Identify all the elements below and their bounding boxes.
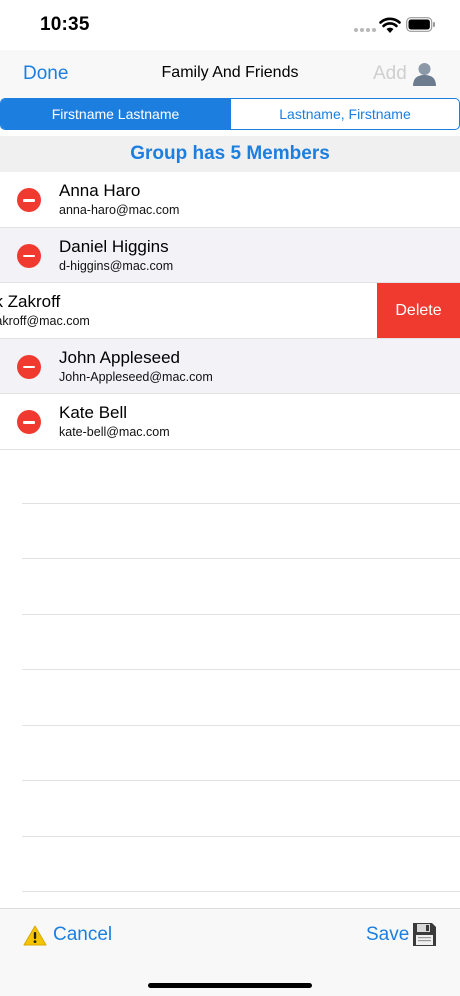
member-row[interactable]: Kate Bell kate-bell@mac.com bbox=[0, 394, 460, 450]
empty-row bbox=[22, 670, 460, 726]
bottom-toolbar: Cancel Save bbox=[0, 908, 460, 996]
member-row[interactable]: John Appleseed John-Appleseed@mac.com bbox=[0, 338, 460, 394]
member-row-swiped[interactable]: nk Zakroff -zakroff@mac.com Delete bbox=[0, 283, 460, 339]
floppy-disk-icon[interactable] bbox=[412, 922, 437, 947]
person-icon[interactable] bbox=[412, 61, 437, 86]
member-email: anna-haro@mac.com bbox=[59, 203, 180, 217]
member-name: Kate Bell bbox=[59, 403, 128, 422]
delete-minus-icon[interactable] bbox=[17, 188, 41, 212]
member-email: -zakroff@mac.com bbox=[0, 314, 90, 328]
member-name: Anna Haro bbox=[59, 181, 141, 200]
wifi-icon bbox=[379, 17, 401, 33]
member-email: d-higgins@mac.com bbox=[59, 258, 174, 273]
member-email: kate-bell@mac.com bbox=[59, 425, 170, 439]
empty-row bbox=[22, 615, 460, 670]
segment-lastname-firstname[interactable]: Lastname, Firstname bbox=[230, 99, 459, 129]
delete-minus-icon[interactable] bbox=[17, 354, 41, 379]
navigation-bar: Done Family And Friends Add bbox=[0, 50, 460, 98]
group-member-count-header: Group has 5 Members bbox=[0, 136, 460, 172]
battery-icon bbox=[406, 17, 435, 32]
status-bar: 10:35 bbox=[0, 0, 460, 50]
status-time: 10:35 bbox=[40, 14, 90, 35]
cellular-signal-icon bbox=[354, 28, 376, 32]
empty-row bbox=[22, 559, 460, 615]
member-row[interactable]: Daniel Higgins d-higgins@mac.com bbox=[0, 227, 460, 283]
member-email: John-Appleseed@mac.com bbox=[59, 369, 213, 384]
segment-firstname-lastname[interactable]: Firstname Lastname bbox=[1, 99, 230, 129]
home-indicator bbox=[148, 983, 312, 988]
member-list: Anna Haro anna-haro@mac.com Daniel Higgi… bbox=[0, 172, 460, 450]
empty-row bbox=[22, 726, 460, 781]
empty-row bbox=[22, 837, 460, 892]
member-row[interactable]: Anna Haro anna-haro@mac.com bbox=[0, 172, 460, 228]
member-name: Daniel Higgins bbox=[59, 236, 169, 256]
empty-row bbox=[22, 448, 460, 504]
add-member-button[interactable]: Add bbox=[373, 63, 407, 85]
warning-icon[interactable] bbox=[23, 925, 47, 946]
delete-minus-icon[interactable] bbox=[17, 410, 41, 434]
member-name: nk Zakroff bbox=[0, 292, 61, 311]
delete-button[interactable]: Delete bbox=[377, 283, 460, 338]
member-name: John Appleseed bbox=[59, 347, 180, 367]
delete-minus-icon[interactable] bbox=[17, 243, 41, 268]
sort-order-segmented-control: Firstname Lastname Lastname, Firstname bbox=[0, 98, 460, 130]
save-button[interactable]: Save bbox=[366, 924, 409, 946]
empty-row bbox=[22, 504, 460, 559]
cancel-button[interactable]: Cancel bbox=[53, 924, 112, 946]
empty-table-rows bbox=[22, 448, 460, 892]
empty-row bbox=[22, 781, 460, 837]
